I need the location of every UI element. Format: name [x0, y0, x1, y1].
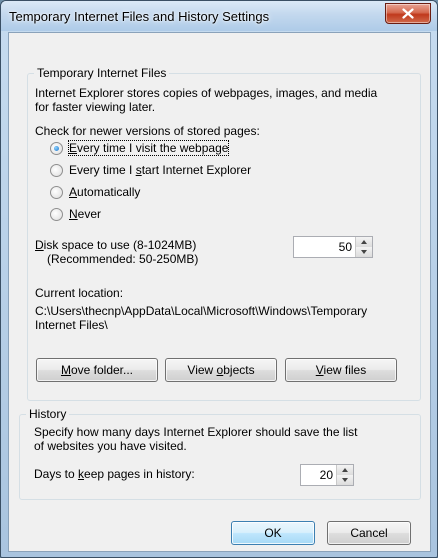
radio-automatically[interactable]: Automatically	[50, 184, 140, 200]
history-days-value[interactable]: 20	[320, 468, 333, 482]
check-newer-label: Check for newer versions of stored pages…	[35, 124, 260, 138]
dialog-body: Temporary Internet Files Internet Explor…	[8, 32, 431, 552]
current-location-path-line-2: Internet Files\	[35, 318, 108, 332]
current-location-label: Current location:	[35, 286, 124, 300]
temp-files-group: Temporary Internet Files Internet Explor…	[27, 66, 421, 401]
radio-automatically-label: Automatically	[69, 185, 141, 199]
move-folder-button[interactable]: Move folder...	[36, 358, 158, 382]
radio-button[interactable]	[50, 207, 63, 221]
history-days-label: Days to keep pages in history:	[34, 467, 195, 481]
cancel-button[interactable]: Cancel	[327, 521, 411, 545]
history-days-stepper[interactable]: 20	[300, 464, 354, 486]
temp-files-description-line-2: for faster viewing later.	[35, 100, 156, 114]
window-title: Temporary Internet Files and History Set…	[9, 9, 270, 24]
history-days-spin-buttons	[336, 465, 353, 485]
spin-down-icon[interactable]	[356, 247, 372, 257]
radio-button[interactable]	[50, 185, 63, 199]
disk-space-spin-buttons	[355, 237, 372, 257]
dialog-window: Temporary Internet Files and History Set…	[0, 0, 438, 558]
disk-space-value[interactable]: 50	[339, 240, 352, 254]
disk-space-recommended: (Recommended: 50-250MB)	[47, 252, 199, 266]
current-location-path-line-1: C:\Users\thecnp\AppData\Local\Microsoft\…	[35, 304, 368, 318]
close-icon	[402, 8, 414, 19]
history-description-line-1: Specify how many days Internet Explorer …	[34, 425, 358, 439]
temp-files-legend: Temporary Internet Files	[34, 66, 170, 80]
radio-every-visit[interactable]: Every time I visit the webpage	[50, 140, 230, 156]
history-legend: History	[26, 407, 70, 421]
disk-space-label: Disk space to use (8-1024MB)	[35, 238, 197, 252]
close-button[interactable]	[385, 3, 431, 24]
radio-button-selected[interactable]	[50, 141, 63, 155]
radio-never-label: Never	[69, 207, 102, 221]
temp-files-description-line-1: Internet Explorer stores copies of webpa…	[35, 86, 378, 100]
history-description-line-2: of websites you have visited.	[34, 439, 187, 453]
radio-never[interactable]: Never	[50, 206, 101, 222]
history-group: History Specify how many days Internet E…	[19, 407, 421, 500]
radio-every-start[interactable]: Every time I start Internet Explorer	[50, 162, 251, 178]
radio-button[interactable]	[50, 163, 63, 177]
spin-down-icon[interactable]	[337, 475, 353, 485]
disk-space-stepper[interactable]: 50	[293, 236, 373, 258]
radio-every-start-label: Every time I start Internet Explorer	[69, 163, 252, 177]
view-objects-button[interactable]: View objects	[165, 358, 277, 382]
title-bar[interactable]: Temporary Internet Files and History Set…	[1, 1, 437, 31]
ok-button[interactable]: OK	[231, 521, 315, 545]
radio-every-visit-label: Every time I visit the webpage	[67, 140, 230, 156]
view-files-button[interactable]: View files	[285, 358, 397, 382]
